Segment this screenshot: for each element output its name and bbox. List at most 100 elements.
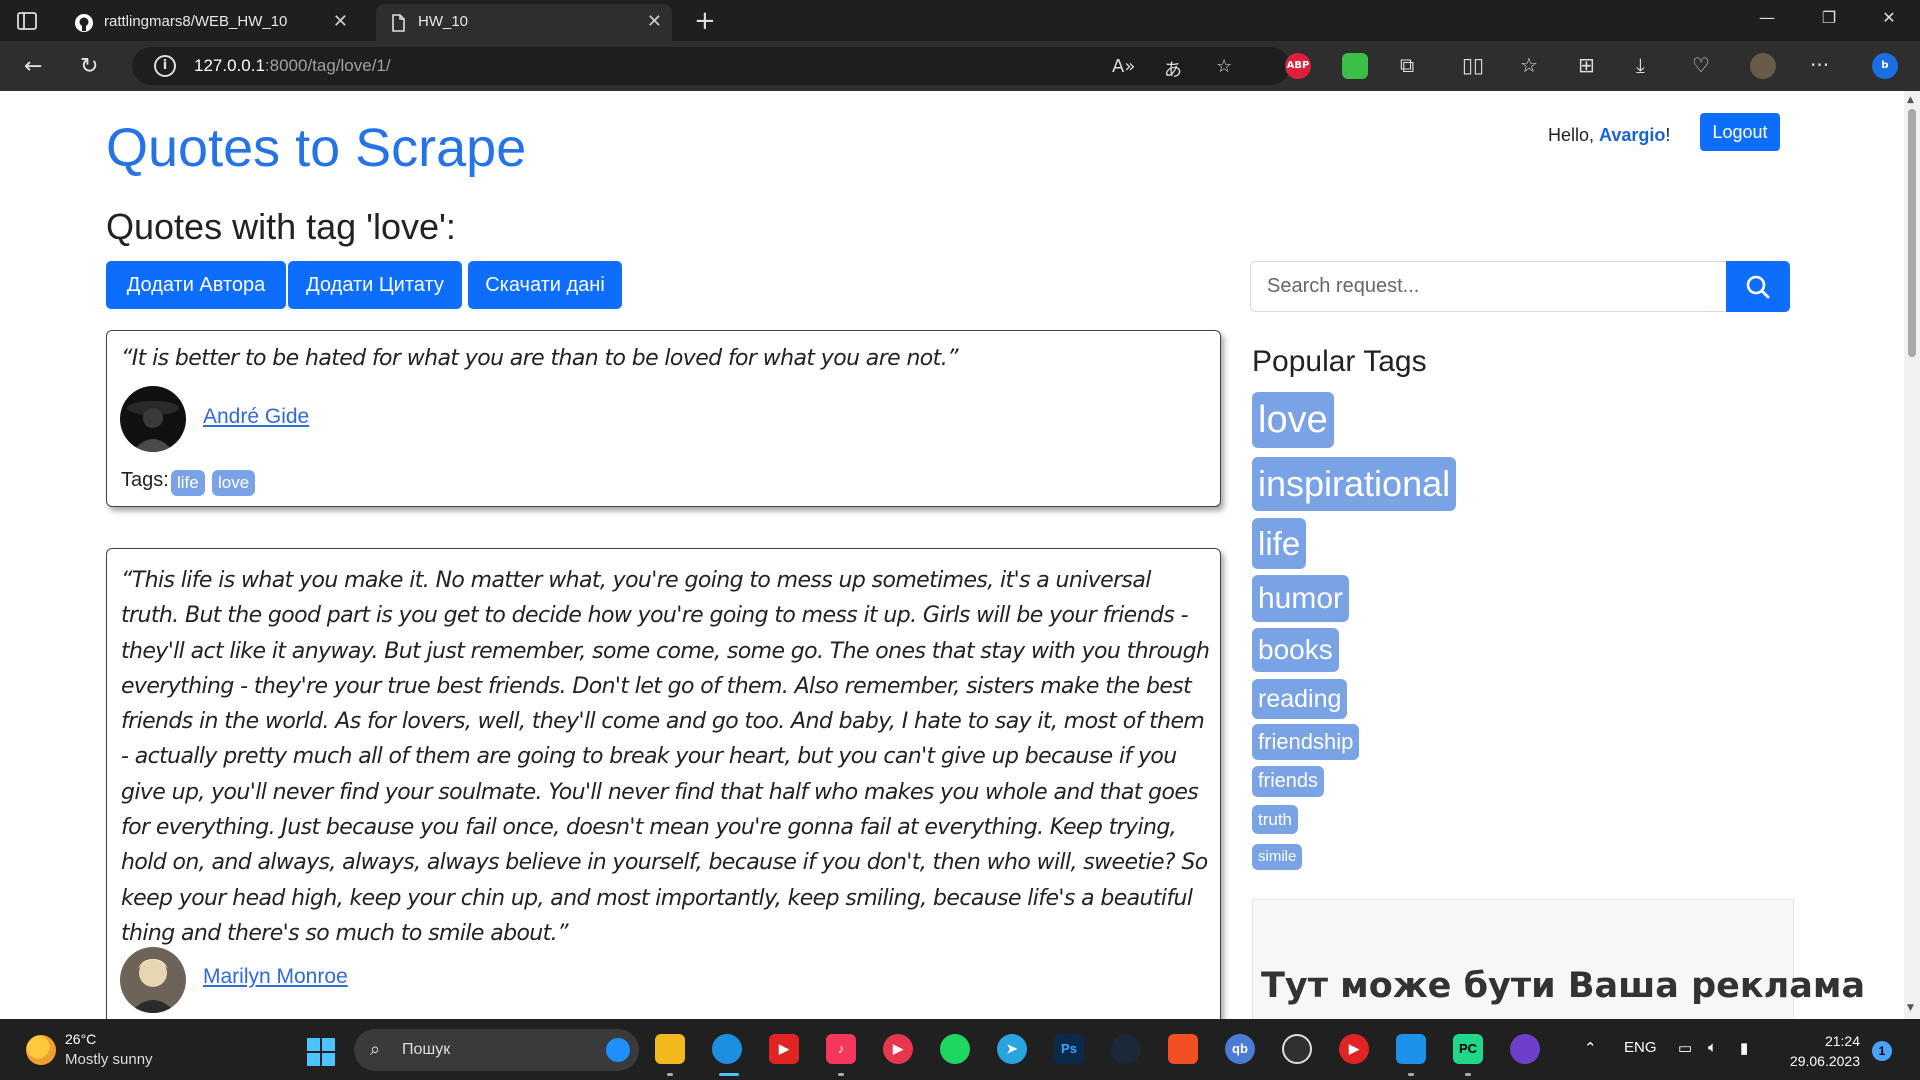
- docker-icon[interactable]: [1396, 1034, 1426, 1064]
- restore-icon[interactable]: ❐: [1814, 8, 1844, 27]
- windows-start-icon[interactable]: [306, 1037, 336, 1067]
- back-icon[interactable]: ←: [24, 54, 42, 79]
- steam-icon[interactable]: [1111, 1034, 1141, 1064]
- author-avatar: [120, 947, 186, 1013]
- file-explorer-icon[interactable]: [655, 1034, 685, 1064]
- music-icon[interactable]: ♪: [826, 1034, 856, 1064]
- search-button[interactable]: [1726, 261, 1790, 312]
- address-bar[interactable]: i 127.0.0.1:8000/tag/love/1/ A» あ ☆: [132, 47, 1290, 85]
- author-link[interactable]: André Gide: [203, 405, 309, 429]
- logout-button[interactable]: Logout: [1700, 113, 1780, 151]
- close-icon[interactable]: ✕: [333, 11, 348, 32]
- weather-desc[interactable]: Mostly sunny: [65, 1051, 153, 1068]
- weather-temp[interactable]: 26°C: [65, 1031, 96, 1047]
- reload-icon[interactable]: ↻: [80, 54, 98, 79]
- pycharm-icon[interactable]: PC: [1453, 1034, 1483, 1064]
- clock-date: 29.06.2023: [1789, 1053, 1860, 1069]
- scroll-down-icon[interactable]: ▼: [1907, 1003, 1914, 1013]
- collections-icon[interactable]: ⊞: [1578, 53, 1595, 77]
- popular-tag-reading[interactable]: reading: [1252, 679, 1348, 719]
- more-menu-icon[interactable]: ···: [1810, 53, 1829, 77]
- performance-icon[interactable]: ♡: [1692, 53, 1710, 77]
- popular-tag-inspirational[interactable]: inspirational: [1252, 457, 1457, 511]
- popular-tag-books[interactable]: books: [1252, 628, 1339, 672]
- running-indicator: [1408, 1073, 1414, 1076]
- username: Avargio: [1599, 125, 1666, 145]
- windows-taskbar: 26°C Mostly sunny ⌕ Пошук ▶ ♪ ▶ ➤ Ps qb …: [0, 1019, 1920, 1080]
- qbittorrent-icon[interactable]: qb: [1225, 1034, 1255, 1064]
- adblock-plus-icon[interactable]: ABP: [1285, 53, 1311, 79]
- add-author-button[interactable]: Додати Автора: [106, 261, 286, 309]
- youtube-music-icon[interactable]: ▶: [1339, 1034, 1369, 1064]
- weather-sun-icon[interactable]: [26, 1035, 56, 1065]
- obs-icon[interactable]: [1282, 1034, 1312, 1064]
- profile-avatar[interactable]: [1750, 53, 1776, 79]
- page-viewport: Quotes to Scrape Hello, Avargio! Logout …: [0, 91, 1904, 1019]
- volume-icon[interactable]: 🔈︎: [1708, 1039, 1717, 1056]
- clock[interactable]: 21:24 29.06.2023: [1784, 1031, 1860, 1071]
- battery-icon[interactable]: ▮: [1740, 1039, 1748, 1057]
- quote-card: “This life is what you make it. No matte…: [106, 548, 1221, 1019]
- tab-hw10[interactable]: HW_10 ✕: [376, 4, 672, 41]
- bing-copilot-icon[interactable]: b: [1872, 53, 1898, 79]
- edge-icon[interactable]: [712, 1034, 742, 1064]
- popular-tag-friends[interactable]: friends: [1252, 766, 1325, 797]
- page-scrollbar[interactable]: ▲ ▼: [1904, 91, 1920, 1019]
- input-language[interactable]: ENG: [1624, 1039, 1657, 1056]
- browser-tab-strip: rattlingmars8/WEB_HW_10 ✕ HW_10 ✕ + — ❐ …: [0, 0, 1920, 41]
- window-close-icon[interactable]: ✕: [1874, 8, 1904, 27]
- site-brand[interactable]: Quotes to Scrape: [106, 117, 526, 179]
- quote-tag-love[interactable]: love: [212, 470, 256, 496]
- network-icon[interactable]: ▭: [1678, 1039, 1692, 1057]
- ad-banner[interactable]: Тут може бути Ваша реклама: [1252, 899, 1865, 1019]
- translate-icon[interactable]: あ: [1164, 56, 1182, 82]
- notification-badge[interactable]: 1: [1872, 1041, 1892, 1061]
- new-tab-icon[interactable]: +: [694, 6, 716, 36]
- scrollbar-thumb[interactable]: [1908, 109, 1916, 357]
- author-link[interactable]: Marilyn Monroe: [203, 965, 348, 989]
- youtube-icon[interactable]: ▶: [769, 1034, 799, 1064]
- popular-tag-humor[interactable]: humor: [1252, 575, 1350, 622]
- tab-github[interactable]: rattlingmars8/WEB_HW_10 ✕: [62, 4, 358, 41]
- search-input[interactable]: [1250, 261, 1726, 312]
- greeting: Hello, Avargio!: [1548, 125, 1671, 145]
- photoshop-icon[interactable]: Ps: [1054, 1034, 1084, 1064]
- tab-title: HW_10: [418, 13, 469, 30]
- popular-tag-simile[interactable]: simile: [1252, 844, 1303, 870]
- add-quote-button[interactable]: Додати Цитату: [288, 261, 462, 309]
- taskbar-search[interactable]: ⌕ Пошук: [354, 1029, 639, 1071]
- url-text[interactable]: 127.0.0.1:8000/tag/love/1/: [194, 56, 391, 76]
- media-player-icon[interactable]: ▶: [883, 1034, 913, 1064]
- telegram-icon[interactable]: ➤: [997, 1034, 1027, 1064]
- extension-green-icon[interactable]: [1342, 53, 1368, 79]
- read-aloud-icon[interactable]: A»: [1112, 56, 1135, 77]
- downloads-icon[interactable]: ⤓: [1636, 53, 1645, 77]
- popular-tag-truth[interactable]: truth: [1252, 805, 1299, 834]
- spotify-icon[interactable]: [940, 1034, 970, 1064]
- clock-time: 21:24: [1824, 1033, 1860, 1049]
- download-data-button[interactable]: Скачати дані: [468, 261, 622, 309]
- popular-tag-love[interactable]: love: [1252, 392, 1334, 448]
- author-avatar: [120, 386, 186, 452]
- tab-actions-icon[interactable]: [16, 10, 38, 32]
- minimize-icon[interactable]: —: [1752, 8, 1782, 27]
- split-screen-icon[interactable]: ▯▯: [1462, 53, 1484, 77]
- github-desktop-icon[interactable]: [1510, 1034, 1540, 1064]
- document-icon: [392, 14, 405, 32]
- quote-text: “It is better to be hated for what you a…: [121, 346, 958, 371]
- tags-label: Tags:: [121, 469, 169, 491]
- site-info-icon[interactable]: i: [154, 55, 176, 77]
- favorite-star-icon[interactable]: ☆: [1216, 56, 1232, 77]
- quote-card: “It is better to be hated for what you a…: [106, 330, 1221, 507]
- scroll-up-icon[interactable]: ▲: [1907, 95, 1914, 105]
- microsoft-store-icon[interactable]: [1168, 1034, 1198, 1064]
- tab-title: rattlingmars8/WEB_HW_10: [104, 13, 288, 30]
- tray-overflow-icon[interactable]: ⌃: [1584, 1039, 1597, 1057]
- popular-tag-life[interactable]: life: [1252, 518, 1307, 569]
- favorites-icon[interactable]: ☆: [1520, 53, 1538, 77]
- popular-tag-friendship[interactable]: friendship: [1252, 724, 1360, 760]
- quote-tag-life[interactable]: life: [171, 470, 205, 496]
- close-icon[interactable]: ✕: [647, 11, 662, 32]
- active-indicator: [719, 1073, 739, 1076]
- extensions-puzzle-icon[interactable]: ⧉: [1400, 53, 1414, 77]
